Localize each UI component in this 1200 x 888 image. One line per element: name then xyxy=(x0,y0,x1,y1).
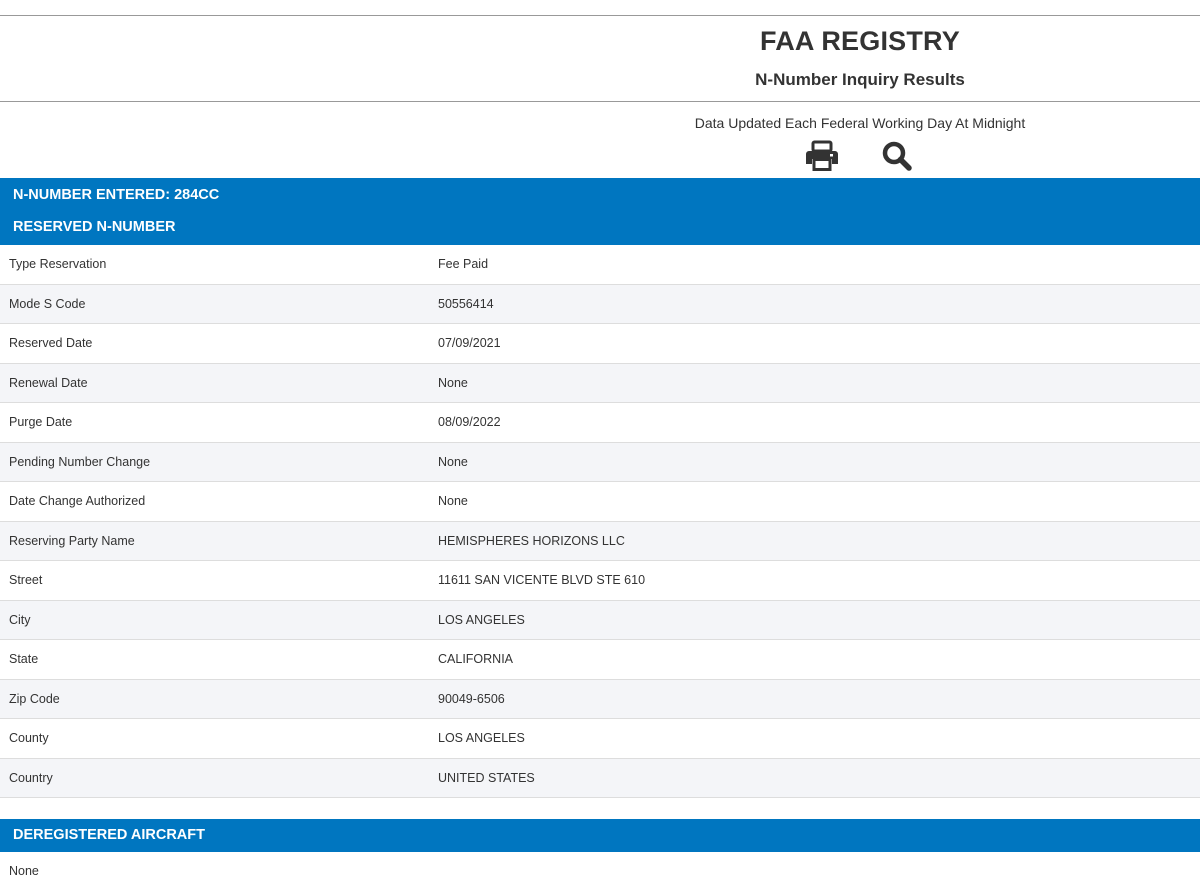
deregistered-section-header: DEREGISTERED AIRCRAFT xyxy=(0,819,1200,852)
row-label: Purge Date xyxy=(9,415,73,429)
table-row: Renewal Date None xyxy=(0,363,1200,403)
table-row: City LOS ANGELES xyxy=(0,600,1200,640)
row-value: 50556414 xyxy=(438,296,494,311)
table-row: Reserved Date 07/09/2021 xyxy=(0,324,1200,364)
print-button[interactable] xyxy=(805,140,839,172)
row-label: Country xyxy=(9,770,53,785)
n-number-entered-heading: N-NUMBER ENTERED: 284CC xyxy=(13,187,220,203)
search-button[interactable] xyxy=(880,140,914,172)
table-row: Reserving Party Name HEMISPHERES HORIZON… xyxy=(0,521,1200,561)
header-bottom-rule xyxy=(0,101,1200,102)
row-value: Fee Paid xyxy=(438,257,489,271)
row-value: 11611 SAN VICENTE BLVD STE 610 xyxy=(438,573,646,587)
row-value: 90049-6506 xyxy=(438,691,505,706)
table-row: Street 11611 SAN VICENTE BLVD STE 610 xyxy=(0,561,1200,601)
row-value: LOS ANGELES xyxy=(438,612,525,627)
row-label: Date Change Authorized xyxy=(9,494,146,508)
row-label: Pending Number Change xyxy=(9,454,151,469)
row-value: CALIFORNIA xyxy=(438,652,514,666)
row-label: Mode S Code xyxy=(9,296,86,311)
table-row: State CALIFORNIA xyxy=(0,640,1200,680)
reserved-section-header: N-NUMBER ENTERED: 284CC RESERVED N-NUMBE… xyxy=(0,178,1200,245)
print-icon xyxy=(806,140,838,171)
table-row: Country UNITED STATES xyxy=(0,758,1200,798)
page-subtitle: N-Number Inquiry Results xyxy=(755,70,965,89)
table-row: County LOS ANGELES xyxy=(0,719,1200,759)
row-value: None xyxy=(438,494,468,508)
row-label: Renewal Date xyxy=(9,375,88,390)
row-label: City xyxy=(9,612,31,627)
table-row: Date Change Authorized None xyxy=(0,482,1200,522)
table-row: Zip Code 90049-6506 xyxy=(0,679,1200,719)
row-label: Street xyxy=(9,573,43,587)
page: FAA REGISTRY N-Number Inquiry Results Da… xyxy=(0,0,1200,888)
deregistered-aircraft-value: None xyxy=(9,864,39,878)
page-title: FAA REGISTRY xyxy=(760,26,960,56)
row-label: Reserved Date xyxy=(9,336,93,350)
row-label: Zip Code xyxy=(9,691,60,706)
reserved-n-number-heading: RESERVED N-NUMBER xyxy=(13,219,176,235)
deregistered-aircraft-heading: DEREGISTERED AIRCRAFT xyxy=(13,827,205,843)
row-value: 08/09/2022 xyxy=(438,415,501,429)
row-value: UNITED STATES xyxy=(438,770,535,785)
table-row: Mode S Code 50556414 xyxy=(0,284,1200,324)
table-row: Type Reservation Fee Paid xyxy=(0,245,1200,285)
header-top-rule xyxy=(0,15,1200,16)
row-value: None xyxy=(438,454,468,469)
update-note: Data Updated Each Federal Working Day At… xyxy=(694,115,1026,131)
row-value: 07/09/2021 xyxy=(438,336,501,350)
reserved-details-table: Type Reservation Fee Paid Mode S Code 50… xyxy=(0,245,1200,798)
row-label: County xyxy=(9,731,49,745)
row-value: None xyxy=(438,375,468,390)
row-value: LOS ANGELES xyxy=(438,731,525,745)
row-label: Reserving Party Name xyxy=(9,533,135,548)
table-row: Pending Number Change None xyxy=(0,442,1200,482)
table-row: Purge Date 08/09/2022 xyxy=(0,403,1200,443)
search-icon xyxy=(882,141,912,171)
row-value: HEMISPHERES HORIZONS LLC xyxy=(438,533,625,548)
row-label: Type Reservation xyxy=(9,257,107,271)
row-label: State xyxy=(9,652,39,666)
